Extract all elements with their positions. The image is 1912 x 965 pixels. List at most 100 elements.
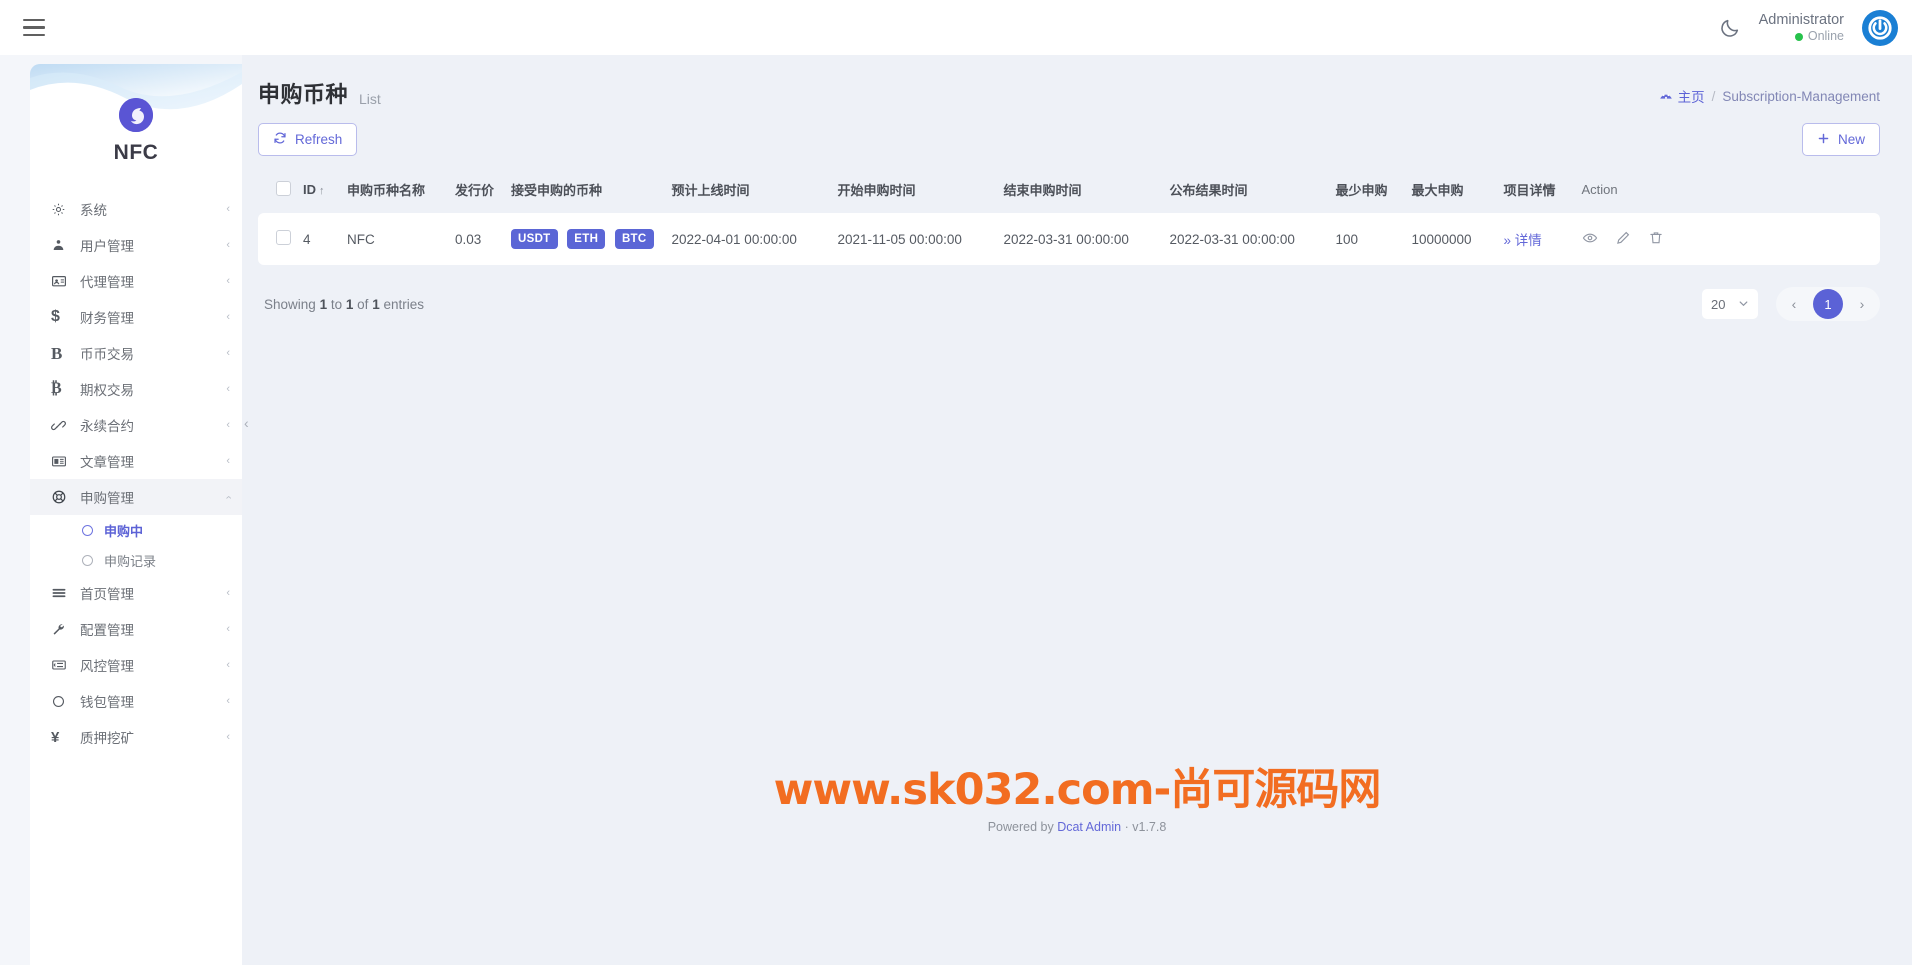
bitcoin-icon: ₿ bbox=[51, 380, 62, 397]
cell-actions bbox=[1576, 213, 1881, 265]
chevron-down-icon: ‹ bbox=[222, 495, 235, 499]
chevron-left-icon: ‹ bbox=[226, 382, 230, 395]
sidebar-subitem-subscription-records[interactable]: 申购记录 bbox=[30, 545, 242, 575]
sidebar-item-label: 质押挖矿 bbox=[80, 731, 134, 746]
sidebar-item-label: 用户管理 bbox=[80, 239, 134, 254]
table-head: ID ↑ 申购币种名称 发行价 接受申购的币种 预计上线时间 开始申购时间 结束申… bbox=[258, 170, 1880, 213]
sidebar-nav: 系统 ‹ 用户管理 ‹ 代理管理 ‹ $ 财务管理 ‹ B 币币交易 ‹ ₿ 期… bbox=[30, 187, 242, 755]
pencil-icon[interactable] bbox=[1615, 230, 1631, 246]
pagination: 20 ‹ 1 › bbox=[1702, 287, 1880, 321]
coin-badge: ETH bbox=[567, 229, 606, 249]
page-subtitle: List bbox=[359, 91, 381, 107]
powered-prefix: Powered by bbox=[987, 820, 1054, 834]
per-page-select[interactable]: 20 bbox=[1702, 289, 1758, 319]
dashboard-icon bbox=[1659, 88, 1673, 105]
user-info[interactable]: Administrator Online bbox=[1759, 11, 1844, 45]
cell-min-subscription: 100 bbox=[1335, 231, 1359, 247]
sidebar-brand[interactable]: NFC bbox=[30, 64, 242, 187]
sidebar-item-staking-mining[interactable]: ¥ 质押挖矿 ‹ bbox=[30, 719, 242, 755]
hamburger-icon[interactable] bbox=[14, 8, 54, 48]
main-content: ‹ 申购币种 List 主页 / Subscription-Management bbox=[242, 55, 1912, 965]
newspaper-icon bbox=[51, 453, 71, 469]
table-header-row: ID ↑ 申购币种名称 发行价 接受申购的币种 预计上线时间 开始申购时间 结束申… bbox=[258, 170, 1880, 213]
powered-by: Powered by Dcat Admin · v1.7.8 bbox=[242, 820, 1912, 834]
sidebar-item-risk-management[interactable]: 风控管理 ‹ bbox=[30, 647, 242, 683]
sidebar-item-option-trade[interactable]: ₿ 期权交易 ‹ bbox=[30, 371, 242, 407]
refresh-label: Refresh bbox=[295, 132, 343, 147]
new-button[interactable]: New bbox=[1801, 123, 1880, 156]
moon-icon[interactable] bbox=[1719, 17, 1741, 39]
dcat-admin-link[interactable]: Dcat Admin bbox=[1057, 820, 1121, 834]
column-issue-price: 发行价 bbox=[455, 183, 495, 198]
cell-max-subscription: 10000000 bbox=[1411, 231, 1472, 247]
cell-result-time: 2022-03-31 00:00:00 bbox=[1169, 231, 1295, 247]
sidebar-collapse-handle[interactable]: ‹ bbox=[244, 415, 249, 431]
sidebar-item-config-management[interactable]: 配置管理 ‹ bbox=[30, 611, 242, 647]
cell-accepted-coins: USDT ETH BTC bbox=[505, 213, 666, 265]
sidebar-item-label: 财务管理 bbox=[80, 311, 134, 326]
showing-suffix: entries bbox=[383, 296, 424, 312]
wrench-icon bbox=[51, 622, 71, 637]
topbar-right-group: Administrator Online bbox=[1719, 0, 1912, 55]
sidebar-item-system[interactable]: 系统 ‹ bbox=[30, 191, 242, 227]
eye-icon[interactable] bbox=[1582, 230, 1598, 246]
user-status-label: Online bbox=[1807, 28, 1844, 43]
sidebar-item-finance-management[interactable]: $ 财务管理 ‹ bbox=[30, 299, 242, 335]
sidebar-item-user-management[interactable]: 用户管理 ‹ bbox=[30, 227, 242, 263]
sidebar-item-coin-trade[interactable]: B 币币交易 ‹ bbox=[30, 335, 242, 371]
sidebar-card: NFC 系统 ‹ 用户管理 ‹ 代理管理 ‹ $ 财务管理 ‹ B 币币交易 ‹… bbox=[30, 64, 242, 965]
sidebar-subitem-subscribing[interactable]: 申购中 bbox=[30, 515, 242, 545]
online-dot-icon bbox=[1794, 32, 1803, 41]
chevron-left-icon: ‹ bbox=[226, 346, 230, 359]
trash-icon[interactable] bbox=[1648, 230, 1664, 246]
sidebar-subitem-label: 申购记录 bbox=[104, 553, 157, 569]
coin-badge: USDT bbox=[511, 229, 558, 249]
per-page-value: 20 bbox=[1711, 296, 1726, 312]
project-detail-label: 详情 bbox=[1514, 233, 1542, 248]
chevron-left-icon: ‹ bbox=[226, 202, 230, 215]
sidebar-item-article-management[interactable]: 文章管理 ‹ bbox=[30, 443, 242, 479]
breadcrumb-home[interactable]: 主页 bbox=[1659, 86, 1705, 106]
dollar-icon: $ bbox=[51, 308, 60, 325]
chevron-left-icon: ‹ bbox=[226, 586, 230, 599]
sidebar-item-perpetual-contract[interactable]: 永续合约 ‹ bbox=[30, 407, 242, 443]
chevron-left-icon: ‹ bbox=[226, 730, 230, 743]
column-id[interactable]: ID ↑ bbox=[297, 170, 341, 213]
column-coin-name: 申购币种名称 bbox=[347, 183, 426, 198]
sidebar-item-wallet-management[interactable]: 钱包管理 ‹ bbox=[30, 683, 242, 719]
chevron-left-icon: ‹ bbox=[226, 418, 230, 431]
select-all-checkbox[interactable] bbox=[276, 180, 291, 196]
prev-page-button[interactable]: ‹ bbox=[1781, 291, 1807, 317]
row-checkbox[interactable] bbox=[276, 230, 291, 245]
sidebar-item-label: 配置管理 bbox=[80, 623, 134, 638]
project-detail-link[interactable]: » 详情 bbox=[1504, 233, 1542, 248]
column-max-subscription: 最大申购 bbox=[1411, 183, 1464, 198]
chevron-down-icon bbox=[1738, 297, 1749, 312]
avatar[interactable] bbox=[1862, 9, 1898, 46]
data-table: ID ↑ 申购币种名称 发行价 接受申购的币种 预计上线时间 开始申购时间 结束申… bbox=[258, 170, 1880, 265]
table-row[interactable]: 4 NFC 0.03 USDT ETH BTC 2022-04-01 00:00… bbox=[258, 213, 1880, 265]
table-body: 4 NFC 0.03 USDT ETH BTC 2022-04-01 00:00… bbox=[258, 213, 1880, 265]
next-page-button[interactable]: › bbox=[1849, 291, 1875, 317]
sidebar-item-label: 申购管理 bbox=[80, 491, 134, 506]
sidebar-item-label: 风控管理 bbox=[80, 659, 134, 674]
showing-entries: Showing 1 to 1 of 1 entries bbox=[264, 297, 424, 312]
refresh-button[interactable]: Refresh bbox=[258, 123, 358, 156]
user-status: Online bbox=[1794, 28, 1844, 45]
table-footer: Showing 1 to 1 of 1 entries 20 ‹ 1 › bbox=[242, 265, 1912, 321]
breadcrumb-home-label: 主页 bbox=[1677, 90, 1705, 105]
link-icon bbox=[51, 418, 71, 433]
version-label: v1.7.8 bbox=[1132, 820, 1167, 834]
page-number-button[interactable]: 1 bbox=[1813, 289, 1843, 319]
toolbar: Refresh New bbox=[242, 109, 1912, 156]
sidebar-item-label: 文章管理 bbox=[80, 455, 134, 470]
circle-icon bbox=[82, 524, 93, 536]
column-id-label: ID bbox=[303, 182, 316, 197]
user-icon bbox=[51, 238, 71, 253]
sidebar-item-agent-management[interactable]: 代理管理 ‹ bbox=[30, 263, 242, 299]
sidebar-item-homepage-management[interactable]: 首页管理 ‹ bbox=[30, 575, 242, 611]
list-alt-icon bbox=[51, 657, 71, 673]
showing-prefix: Showing bbox=[264, 296, 316, 312]
row-action-group bbox=[1582, 230, 1664, 246]
sidebar-item-subscription-management[interactable]: 申购管理 ‹ bbox=[30, 479, 242, 515]
